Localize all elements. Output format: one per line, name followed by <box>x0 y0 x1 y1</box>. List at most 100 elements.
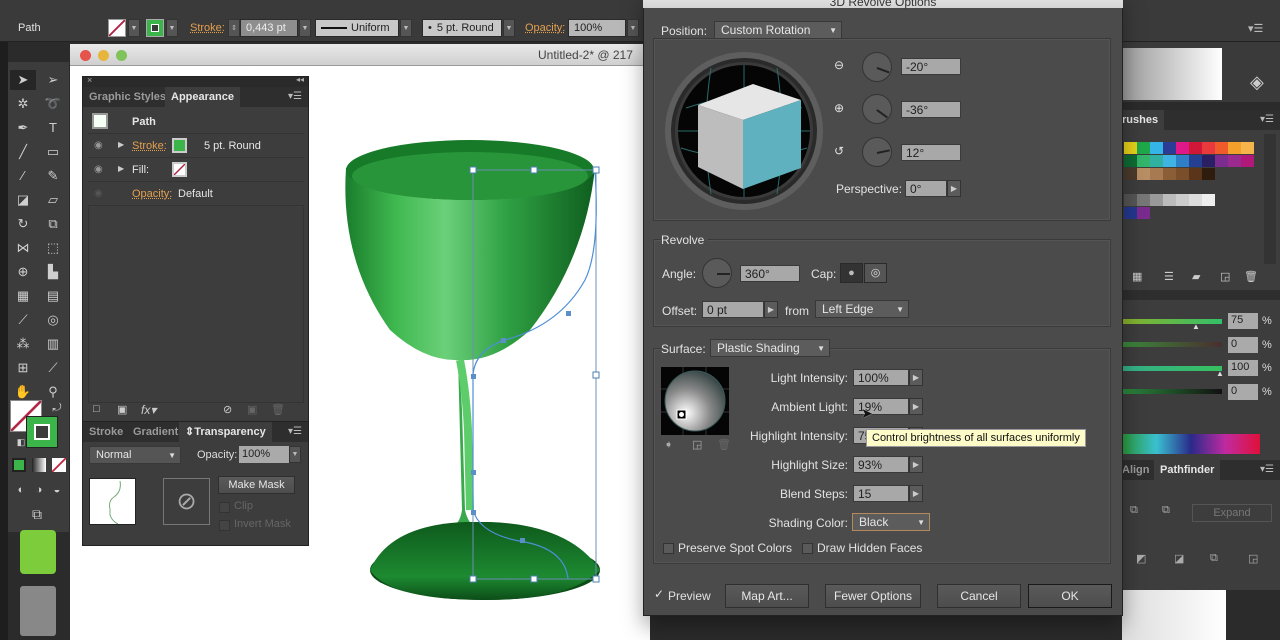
color-swatch[interactable] <box>1202 142 1215 154</box>
move-light-to-back-icon[interactable]: ➧ <box>664 438 673 451</box>
perspective-field[interactable]: 0° <box>905 180 947 197</box>
color-swatch[interactable] <box>1202 168 1215 180</box>
layers-icon[interactable]: ◈ <box>1250 72 1264 93</box>
default-colors-icon[interactable]: ◧ <box>8 432 34 452</box>
fewer-options-button[interactable]: Fewer Options <box>825 584 921 608</box>
mesh-tool-icon[interactable]: ▦ <box>10 286 36 306</box>
ambient-light-slider-button[interactable]: ▶ <box>909 398 923 415</box>
color-swatch[interactable] <box>1124 168 1137 180</box>
fill-swatch[interactable] <box>108 19 126 37</box>
color-swatch[interactable] <box>1215 142 1228 154</box>
duplicate-item-icon[interactable]: ▣ <box>247 403 257 416</box>
color-swatch[interactable] <box>1137 168 1150 180</box>
color-swatch[interactable] <box>1176 155 1189 167</box>
color-swatch[interactable] <box>1137 142 1150 154</box>
color-swatch[interactable] <box>1189 194 1202 206</box>
tab-align[interactable]: Align <box>1122 460 1156 480</box>
blend-steps-field[interactable]: 15 <box>853 485 909 502</box>
blob-brush-tool-icon[interactable]: ◪ <box>10 190 36 210</box>
color-swatch[interactable] <box>1150 194 1163 206</box>
color-swatch[interactable] <box>1150 168 1163 180</box>
column-graph-tool-icon[interactable]: ▥ <box>40 334 66 354</box>
tab-brushes[interactable]: rushes <box>1122 110 1165 130</box>
add-stroke-icon[interactable]: □ <box>93 403 100 415</box>
new-light-icon[interactable]: ◲ <box>692 438 702 451</box>
color-swatch[interactable] <box>1189 155 1202 167</box>
tab-gradient[interactable]: Gradient <box>127 422 184 442</box>
anchor-point[interactable] <box>471 374 476 379</box>
perspective-slider-button[interactable]: ▶ <box>947 180 961 197</box>
swatch-scrollbar[interactable] <box>1264 134 1276 264</box>
pathfinder-trim-icon[interactable]: ◪ <box>1174 552 1184 565</box>
anchor-handle[interactable] <box>592 371 600 379</box>
opacity-label[interactable]: Opacity: <box>132 188 172 200</box>
visibility-eye-icon[interactable]: ◉ <box>94 188 103 199</box>
color-mode-icon[interactable] <box>12 458 26 472</box>
offset-slider-button[interactable]: ▶ <box>764 301 778 318</box>
x-rotation-field[interactable]: -20° <box>901 58 961 75</box>
pathfinder-divide-icon[interactable]: ◩ <box>1136 552 1146 565</box>
visibility-eye-icon[interactable]: ◉ <box>94 140 103 151</box>
new-swatch-icon[interactable]: ◲ <box>1220 270 1230 283</box>
color-swatch[interactable] <box>1241 142 1254 154</box>
pathfinder-crop-icon[interactable]: ◲ <box>1248 552 1258 565</box>
stroke-weight-field[interactable]: 0,443 pt <box>240 19 298 37</box>
tab-stroke[interactable]: Stroke <box>83 422 129 442</box>
anchor-point[interactable] <box>471 470 476 475</box>
anchor-point[interactable] <box>471 510 476 515</box>
magic-wand-tool-icon[interactable]: ✲ <box>10 94 36 114</box>
color-swatch[interactable] <box>1163 194 1176 206</box>
color-swatch[interactable] <box>1189 142 1202 154</box>
appearance-row-opacity[interactable]: ◉ Opacity: Default <box>88 183 304 206</box>
anchor-point[interactable] <box>520 538 525 543</box>
z-rotation-field[interactable]: 12° <box>901 144 961 161</box>
stroke-swatch[interactable] <box>146 19 164 37</box>
anchor-handle[interactable] <box>469 166 477 174</box>
paintbrush-tool-icon[interactable]: ⁄ <box>10 166 36 186</box>
cap-off-button[interactable]: ◎ <box>864 263 887 283</box>
mask-thumbnail[interactable]: ⊘ <box>163 478 210 525</box>
color-swatch[interactable] <box>1163 155 1176 167</box>
cancel-button[interactable]: Cancel <box>937 584 1021 608</box>
color-swatch[interactable] <box>1176 194 1189 206</box>
angle-dial[interactable] <box>702 258 732 288</box>
appearance-row-path[interactable]: Path <box>88 111 304 134</box>
color-swatch[interactable] <box>1124 155 1137 167</box>
selection-tool-icon[interactable]: ➤ <box>10 70 36 90</box>
expand-triangle-icon[interactable]: ▶ <box>118 164 124 173</box>
hand-tool-icon[interactable]: ✋ <box>10 382 36 402</box>
color-slider-2[interactable] <box>1122 342 1222 347</box>
swatch-library-icon[interactable]: ▦ <box>1132 270 1142 283</box>
color-swatch[interactable] <box>1241 155 1254 167</box>
stroke-dropdown[interactable]: ▼ <box>166 19 178 37</box>
delete-light-icon[interactable]: 🗑 <box>717 438 731 451</box>
color-swatch[interactable] <box>1189 168 1202 180</box>
stroke-weight-dropdown[interactable]: ▼ <box>299 19 311 37</box>
color-swatch[interactable] <box>1228 155 1241 167</box>
invert-mask-checkbox[interactable] <box>219 520 230 531</box>
y-rotation-field[interactable]: -36° <box>901 101 961 118</box>
opacity-label[interactable]: Opacity: <box>525 22 565 34</box>
fill-swatch[interactable] <box>172 162 187 177</box>
pencil-tool-icon[interactable]: ✎ <box>40 166 66 186</box>
color-slider-4[interactable] <box>1122 389 1222 394</box>
blend-mode-select[interactable]: Normal ▼ <box>89 446 181 464</box>
add-fill-icon[interactable]: ▣ <box>117 403 127 416</box>
panel-menu-icon[interactable]: ▾☰ <box>1248 22 1263 35</box>
anchor-handle[interactable] <box>469 575 477 583</box>
anchor-handle[interactable] <box>592 575 600 583</box>
width-profile-select[interactable]: Uniform <box>315 19 399 37</box>
appearance-row-fill[interactable]: ◉ ▶ Fill: <box>88 159 304 182</box>
opacity-field[interactable]: 100% <box>239 446 289 463</box>
free-transform-tool-icon[interactable]: ⬚ <box>40 238 66 258</box>
thumbnail-green[interactable] <box>20 530 56 574</box>
blend-tool-icon[interactable]: ◎ <box>40 310 66 330</box>
type-tool-icon[interactable]: T <box>40 118 66 138</box>
preserve-spot-colors-checkbox[interactable] <box>663 543 674 554</box>
panel-menu-icon[interactable]: ▾☰ <box>288 426 302 437</box>
color-value-3[interactable]: 100 <box>1228 360 1258 376</box>
stroke-label[interactable]: Stroke: <box>132 140 167 152</box>
expand-triangle-icon[interactable]: ▶ <box>118 140 124 149</box>
stroke-label[interactable]: Stroke: <box>190 22 225 34</box>
eyedropper-tool-icon[interactable]: ⟋ <box>10 310 36 330</box>
